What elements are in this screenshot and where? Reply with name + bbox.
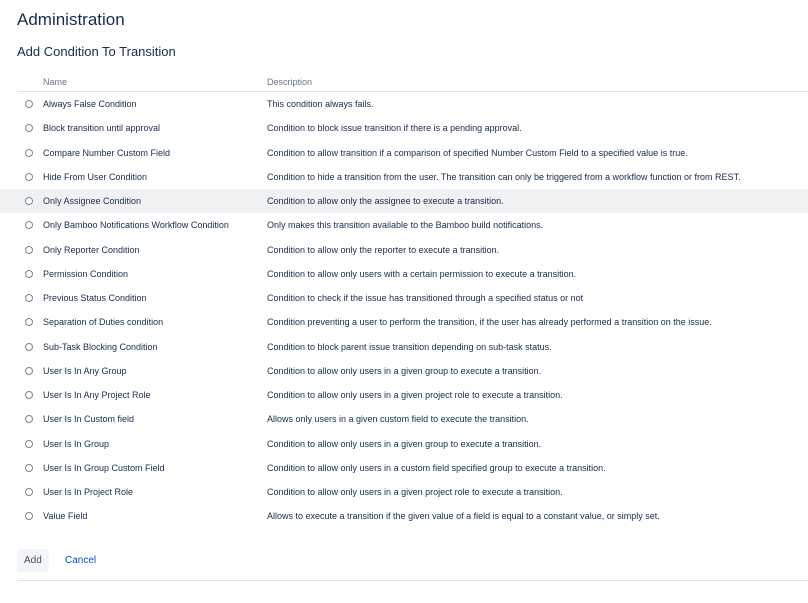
- table-row[interactable]: Value Field Allows to execute a transitio…: [0, 504, 808, 528]
- table-row[interactable]: User Is In Group Condition to allow only …: [0, 432, 808, 456]
- column-header-description: Description: [267, 77, 313, 87]
- condition-radio[interactable]: [25, 318, 33, 327]
- condition-radio[interactable]: [25, 342, 33, 351]
- column-header-name: Name: [43, 77, 68, 87]
- condition-description: Condition to allow transition if a compa…: [267, 147, 688, 158]
- section-title: Add Condition To Transition: [17, 44, 176, 59]
- condition-radio[interactable]: [25, 124, 33, 133]
- condition-radio[interactable]: [25, 197, 33, 206]
- condition-radio[interactable]: [25, 148, 33, 157]
- condition-name: User Is In Custom field: [43, 414, 135, 425]
- condition-radio[interactable]: [25, 391, 33, 400]
- condition-name: Value Field: [43, 511, 88, 522]
- condition-description: This condition always fails.: [267, 99, 374, 110]
- table-row[interactable]: Permission Condition Condition to allow o…: [0, 262, 808, 286]
- condition-name: Only Bamboo Notifications Workflow Condi…: [43, 220, 229, 231]
- condition-name: Separation of Duties condition: [43, 317, 164, 328]
- condition-description: Condition to check if the issue has tran…: [267, 293, 584, 304]
- condition-description: Condition to allow only users in a custo…: [267, 462, 606, 473]
- table-row[interactable]: User Is In Any Project Role Condition to …: [0, 383, 808, 407]
- table-row[interactable]: User Is In Custom field Allows only users…: [0, 407, 808, 431]
- table-row[interactable]: Always False Condition This condition alw…: [0, 92, 808, 116]
- table-row[interactable]: Block transition until approval Condition…: [0, 116, 808, 140]
- condition-radio[interactable]: [25, 415, 33, 424]
- condition-description: Condition to allow only the assignee to …: [267, 196, 504, 207]
- condition-description: Condition to allow only the reporter to …: [267, 244, 500, 255]
- table-row[interactable]: User Is In Project Role Condition to allo…: [0, 480, 808, 504]
- condition-name: Sub-Task Blocking Condition: [43, 341, 158, 352]
- condition-radio[interactable]: [25, 294, 33, 303]
- table-row[interactable]: User Is In Any Group Condition to allow o…: [0, 359, 808, 383]
- condition-radio[interactable]: [25, 100, 33, 109]
- condition-name: Compare Number Custom Field: [43, 147, 171, 158]
- condition-description: Condition to allow only users in a given…: [267, 487, 563, 498]
- table-row[interactable]: User Is In Group Custom Field Condition t…: [0, 456, 808, 480]
- condition-name: Previous Status Condition: [43, 293, 147, 304]
- condition-description: Allows only users in a given custom fiel…: [267, 414, 529, 425]
- add-condition-page: Administration Add Condition To Transiti…: [0, 0, 808, 603]
- condition-radio[interactable]: [25, 245, 33, 254]
- condition-name: Block transition until approval: [43, 123, 161, 134]
- condition-description: Condition to hide a transition from the …: [267, 171, 741, 182]
- condition-description: Condition preventing a user to perform t…: [267, 317, 712, 328]
- condition-name: User Is In Group: [43, 438, 110, 449]
- condition-description: Condition to allow only users in a given…: [267, 390, 563, 401]
- footer-divider: [17, 580, 808, 581]
- condition-description: Condition to allow only users in a given…: [267, 438, 542, 449]
- condition-description: Condition to block parent issue transiti…: [267, 341, 552, 352]
- condition-name: Always False Condition: [43, 99, 137, 110]
- condition-description: Condition to allow only users in a given…: [267, 365, 542, 376]
- condition-name: Permission Condition: [43, 268, 129, 279]
- condition-description: Condition to block issue transition if t…: [267, 123, 522, 134]
- condition-radio[interactable]: [25, 512, 33, 521]
- condition-description: Only makes this transition available to …: [267, 220, 544, 231]
- condition-radio[interactable]: [25, 439, 33, 448]
- condition-radio[interactable]: [25, 488, 33, 497]
- table-row[interactable]: Sub-Task Blocking Condition Condition to …: [0, 335, 808, 359]
- add-button[interactable]: Add: [17, 549, 49, 572]
- condition-radio[interactable]: [25, 269, 33, 278]
- condition-name: Hide From User Condition: [43, 171, 148, 182]
- page-title: Administration: [17, 10, 125, 29]
- table-row[interactable]: Hide From User Condition Condition to hid…: [0, 165, 808, 189]
- condition-name: Only Assignee Condition: [43, 196, 142, 207]
- condition-radio[interactable]: [25, 366, 33, 375]
- condition-name: User Is In Any Project Role: [43, 390, 151, 401]
- cancel-button[interactable]: Cancel: [58, 549, 103, 572]
- table-row[interactable]: Only Assignee Condition Condition to allo…: [0, 189, 808, 214]
- condition-list: Always False Condition This condition alw…: [0, 92, 808, 529]
- condition-name: User Is In Any Group: [43, 365, 127, 376]
- condition-name: Only Reporter Condition: [43, 244, 140, 255]
- condition-description: Allows to execute a transition if the gi…: [267, 511, 660, 522]
- table-row[interactable]: Previous Status Condition Condition to ch…: [0, 286, 808, 310]
- table-row[interactable]: Only Reporter Condition Condition to allo…: [0, 238, 808, 262]
- table-row[interactable]: Compare Number Custom Field Condition to …: [0, 141, 808, 165]
- condition-name: User Is In Project Role: [43, 487, 134, 498]
- condition-radio[interactable]: [25, 463, 33, 472]
- condition-radio[interactable]: [25, 221, 33, 230]
- condition-description: Condition to allow only users with a cer…: [267, 268, 577, 279]
- table-row[interactable]: Separation of Duties condition Condition …: [0, 310, 808, 334]
- table-row[interactable]: Only Bamboo Notifications Workflow Condi…: [0, 213, 808, 237]
- condition-name: User Is In Group Custom Field: [43, 462, 165, 473]
- condition-radio[interactable]: [25, 172, 33, 181]
